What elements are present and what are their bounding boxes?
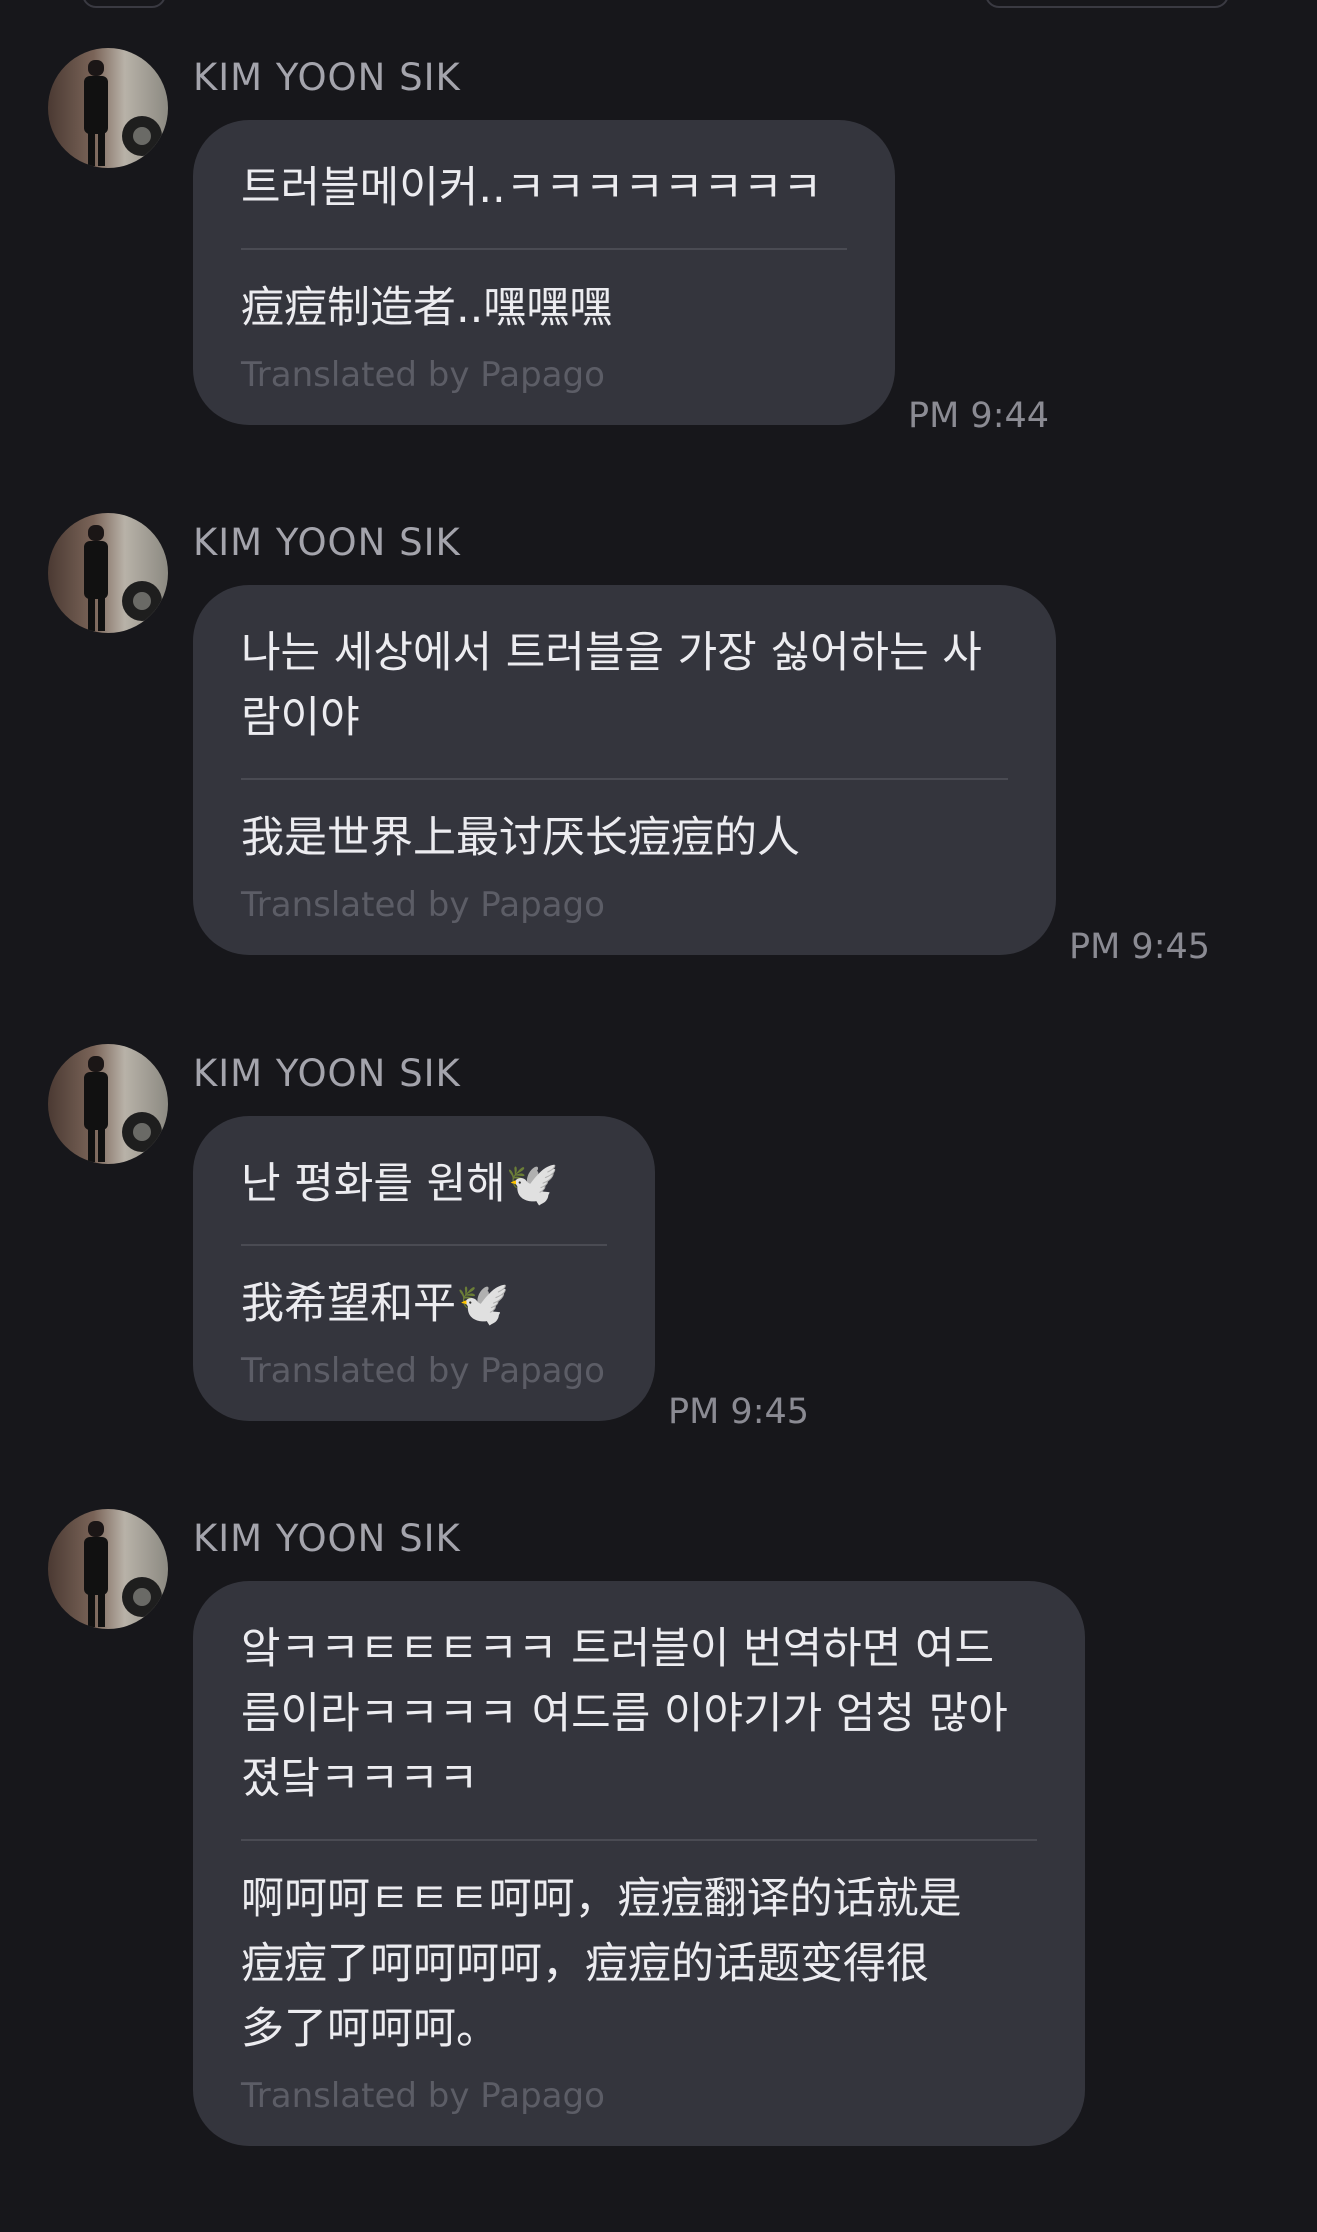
sender-name: KIM YOON SIK <box>193 56 461 99</box>
sender-name: KIM YOON SIK <box>193 521 461 564</box>
translated-by-label: Translated by Papago <box>241 1351 605 1391</box>
original-text: 앜ㅋㅋㅌㅌㅌㅋㅋ 트러블이 번역하면 여드 름이라ㅋㅋㅋㅋ 여드름 이야기가 엄… <box>241 1624 1008 1804</box>
translated-text: 啊呵呵ㅌㅌㅌ呵呵，痘痘翻译的话就是 痘痘了呵呵呵呵，痘痘的话题变得很 多了呵呵呵… <box>241 1874 962 2054</box>
avatar[interactable] <box>48 48 168 168</box>
translated-by-label: Translated by Papago <box>241 885 605 925</box>
message-bubble[interactable]: 트러블메이커..ㅋㅋㅋㅋㅋㅋㅋㅋ 痘痘制造者..嘿嘿嘿 Translated b… <box>193 120 895 425</box>
original-text: 트러블메이커..ㅋㅋㅋㅋㅋㅋㅋㅋ <box>241 163 823 213</box>
avatar[interactable] <box>48 1509 168 1629</box>
message-time: PM 9:45 <box>1069 927 1211 967</box>
translated-by-label: Translated by Papago <box>241 2076 605 2116</box>
message-time: PM 9:44 <box>908 396 1050 436</box>
translated-text: 我是世界上最讨厌长痘痘的人 <box>241 813 800 863</box>
sender-name: KIM YOON SIK <box>193 1517 461 1560</box>
translated-text: 我希望和平🕊️ <box>241 1279 510 1329</box>
previous-message-edge-left <box>82 0 166 8</box>
message-time: PM 9:45 <box>668 1392 810 1432</box>
original-text: 난 평화를 원해🕊️ <box>241 1159 560 1209</box>
translated-by-label: Translated by Papago <box>241 355 605 395</box>
avatar[interactable] <box>48 513 168 633</box>
message-bubble[interactable]: 나는 세상에서 트러블을 가장 싫어하는 사 람이야 我是世界上最讨厌长痘痘的人… <box>193 585 1056 955</box>
previous-message-edge-right <box>985 0 1229 8</box>
message-bubble[interactable]: 난 평화를 원해🕊️ 我希望和平🕊️ Translated by Papago <box>193 1116 655 1421</box>
translated-text: 痘痘制造者..嘿嘿嘿 <box>241 283 613 333</box>
sender-name: KIM YOON SIK <box>193 1052 461 1095</box>
message-bubble[interactable]: 앜ㅋㅋㅌㅌㅌㅋㅋ 트러블이 번역하면 여드 름이라ㅋㅋㅋㅋ 여드름 이야기가 엄… <box>193 1581 1085 2146</box>
original-text: 나는 세상에서 트러블을 가장 싫어하는 사 람이야 <box>241 628 982 743</box>
avatar[interactable] <box>48 1044 168 1164</box>
